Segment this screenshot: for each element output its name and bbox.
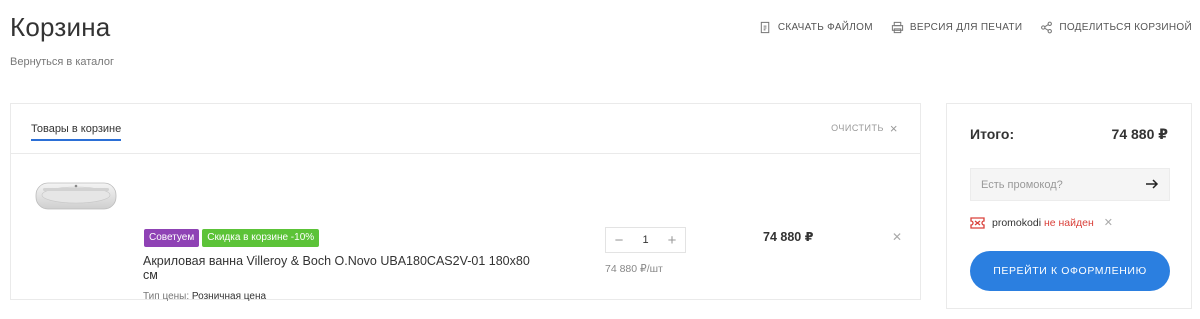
decrease-quantity-button[interactable]: − bbox=[614, 232, 624, 249]
close-icon: ✕ bbox=[891, 230, 902, 244]
cart-item-row: Советуем Скидка в корзине -10% Акриловая… bbox=[11, 154, 920, 302]
share-icon bbox=[1041, 21, 1053, 34]
cart-header: Товары в корзине ОЧИСТИТЬ × bbox=[11, 104, 920, 154]
bathtub-image[interactable] bbox=[35, 178, 117, 216]
arrow-right-icon[interactable] bbox=[1145, 177, 1159, 191]
price-type: Тип цены: Розничная цена bbox=[143, 291, 266, 302]
order-summary: Итого: 74 880 ₽ promokodi не найден ✕ ПЕ… bbox=[946, 103, 1192, 309]
promo-code-input[interactable] bbox=[971, 169, 1131, 200]
recommend-badge: Советуем bbox=[144, 229, 200, 247]
back-to-catalog-link[interactable]: Вернуться в каталог bbox=[10, 56, 114, 68]
remove-item-button[interactable]: ✕ bbox=[892, 230, 902, 244]
print-version-label: ВЕРСИЯ ДЛЯ ПЕЧАТИ bbox=[909, 22, 1023, 33]
page-title: Корзина bbox=[10, 12, 111, 42]
promo-code-field bbox=[970, 168, 1170, 201]
item-name-link[interactable]: Акриловая ванна Villeroy & Boch O.Novo U… bbox=[143, 254, 533, 282]
item-badges: Советуем Скидка в корзине -10% bbox=[144, 229, 320, 247]
coupon-icon bbox=[970, 216, 985, 229]
applied-coupon: promokodi не найден ✕ bbox=[970, 216, 1113, 229]
download-file-label: СКАЧАТЬ ФАЙЛОМ bbox=[777, 22, 873, 33]
quantity-stepper: − 1 + bbox=[605, 227, 686, 253]
total-label: Итого: bbox=[970, 126, 1015, 142]
top-actions: СКАЧАТЬ ФАЙЛОМ ВЕРСИЯ ДЛЯ ПЕЧАТИ ПОДЕЛИТ… bbox=[759, 21, 1192, 34]
unit-price: 74 880 ₽/шт bbox=[605, 263, 663, 275]
download-file-icon bbox=[760, 21, 770, 34]
item-name-line-2: см bbox=[143, 268, 158, 282]
price-type-value: Розничная цена bbox=[191, 291, 267, 302]
remove-coupon-button[interactable]: ✕ bbox=[1104, 216, 1113, 229]
download-file-button[interactable]: СКАЧАТЬ ФАЙЛОМ bbox=[759, 21, 873, 34]
coupon-status: не найден bbox=[1043, 216, 1094, 229]
tab-cart-items[interactable]: Товары в корзине bbox=[31, 123, 122, 141]
print-version-button[interactable]: ВЕРСИЯ ДЛЯ ПЕЧАТИ bbox=[891, 21, 1022, 34]
printer-icon bbox=[891, 21, 903, 34]
discount-badge: Скидка в корзине -10% bbox=[202, 229, 320, 247]
item-name-line-1: Акриловая ванна Villeroy & Boch O.Novo U… bbox=[143, 254, 530, 268]
close-icon: × bbox=[889, 120, 898, 136]
coupon-code: promokodi bbox=[992, 216, 1042, 229]
share-cart-label: ПОДЕЛИТЬСЯ КОРЗИНОЙ bbox=[1059, 22, 1192, 33]
total-value: 74 880 ₽ bbox=[1111, 126, 1168, 142]
share-cart-button[interactable]: ПОДЕЛИТЬСЯ КОРЗИНОЙ bbox=[1040, 21, 1192, 34]
price-type-label: Тип цены: bbox=[143, 291, 190, 302]
item-total-price: 74 880 ₽ bbox=[763, 230, 814, 244]
increase-quantity-button[interactable]: + bbox=[667, 232, 677, 249]
clear-cart-button[interactable]: ОЧИСТИТЬ × bbox=[831, 120, 898, 136]
clear-cart-label: ОЧИСТИТЬ bbox=[831, 123, 884, 133]
cart-panel: Товары в корзине ОЧИСТИТЬ × Советуем Ски… bbox=[10, 103, 921, 302]
quantity-value[interactable]: 1 bbox=[642, 234, 648, 246]
checkout-button[interactable]: ПЕРЕЙТИ К ОФОРМЛЕНИЮ bbox=[970, 251, 1170, 291]
